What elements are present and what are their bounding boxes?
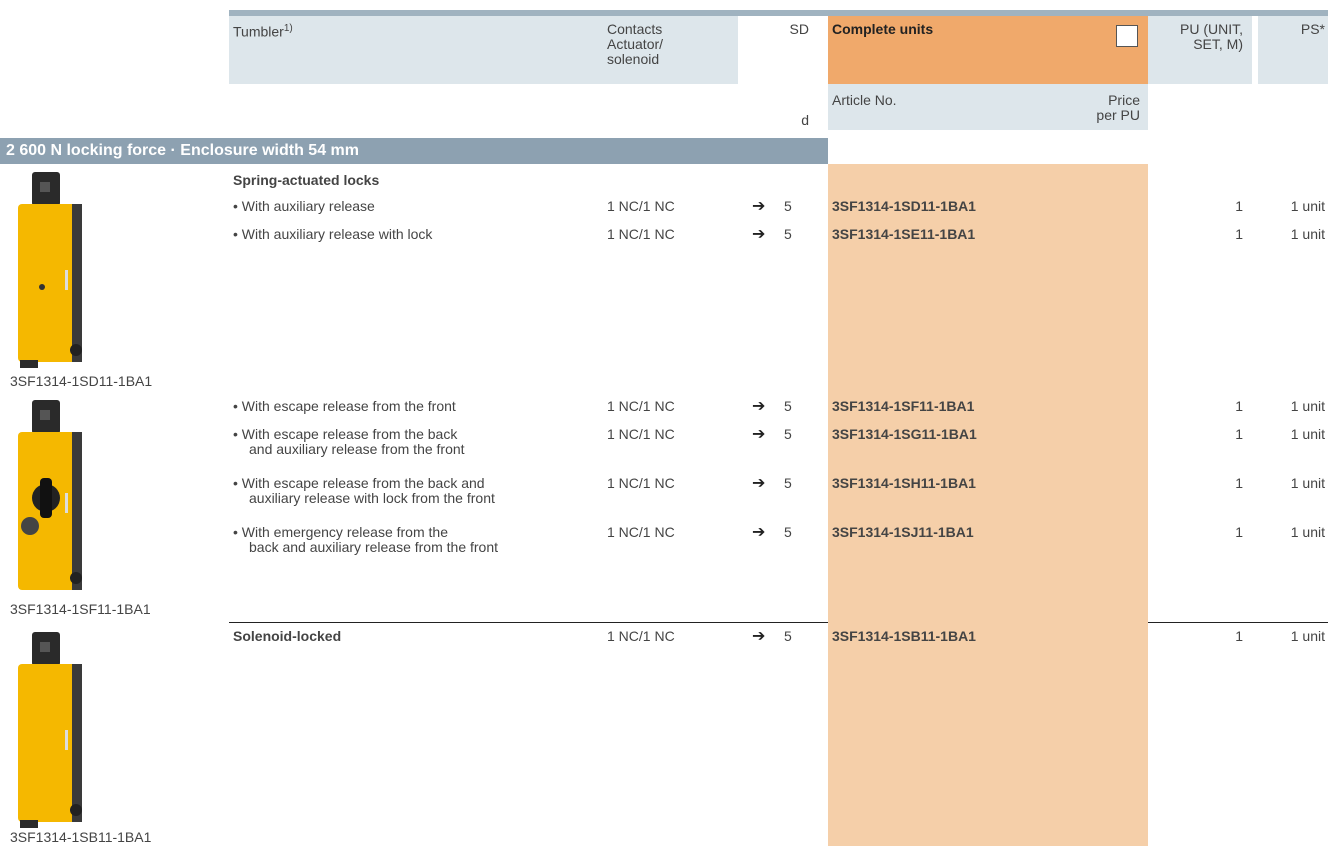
row-sd: 5 xyxy=(784,226,792,242)
complete-units-checkbox[interactable] xyxy=(1116,25,1138,47)
arrow-icon: ➔ xyxy=(752,198,766,215)
article-no-header: Article No. xyxy=(832,92,897,108)
row-sd: 5 xyxy=(784,524,792,540)
row-pu: 1 xyxy=(1235,426,1243,442)
row-sd: 5 xyxy=(784,398,792,414)
row-article[interactable]: 3SF1314-1SH11-1BA1 xyxy=(832,476,976,491)
row-article[interactable]: 3SF1314-1SF11-1BA1 xyxy=(832,399,974,414)
row-article[interactable]: 3SF1314-1SE11-1BA1 xyxy=(832,227,975,242)
group-divider xyxy=(229,622,828,623)
group-title-solenoid: Solenoid-locked xyxy=(233,628,342,644)
row-contacts: 1 NC/1 NC xyxy=(607,475,675,491)
row-contacts: 1 NC/1 NC xyxy=(607,226,675,242)
arrow-icon: ➔ xyxy=(752,426,766,443)
row-description: • With escape release from the back and … xyxy=(233,426,465,457)
article-column-body xyxy=(828,164,1148,846)
row-pu: 1 xyxy=(1235,524,1243,540)
row-ps: 1 unit xyxy=(1290,198,1325,214)
price-header: Price per PU xyxy=(1096,92,1140,123)
arrow-icon: ➔ xyxy=(752,398,766,415)
row-description: • With auxiliary release with lock xyxy=(233,226,433,242)
row-pu: 1 xyxy=(1235,475,1243,491)
sd-unit-header: d xyxy=(801,112,809,128)
row-pu: 1 xyxy=(1235,226,1243,242)
row-contacts: 1 NC/1 NC xyxy=(607,628,675,644)
safety-switch-image xyxy=(18,400,82,590)
row-description: • With escape release from the front xyxy=(233,398,456,414)
row-sd: 5 xyxy=(784,426,792,442)
row-description: • With auxiliary release xyxy=(233,198,375,214)
row-pu: 1 xyxy=(1235,628,1243,644)
row-ps: 1 unit xyxy=(1290,226,1325,242)
row-contacts: 1 NC/1 NC xyxy=(607,524,675,540)
row-article[interactable]: 3SF1314-1SD11-1BA1 xyxy=(832,199,976,214)
group-divider xyxy=(1148,622,1328,623)
row-article[interactable]: 3SF1314-1SB11-1BA1 xyxy=(832,629,976,644)
ps-header: PS* xyxy=(1300,21,1325,37)
arrow-icon: ➔ xyxy=(752,628,766,645)
row-pu: 1 xyxy=(1235,398,1243,414)
contacts-header: Contacts Actuator/ solenoid xyxy=(607,21,664,67)
row-article[interactable]: 3SF1314-1SG11-1BA1 xyxy=(832,427,977,442)
section-title-bar: 2 600 N locking force · Enclosure width … xyxy=(0,138,828,164)
image-caption: 3SF1314-1SB11-1BA1 xyxy=(10,829,152,845)
safety-switch-image xyxy=(18,632,82,828)
arrow-icon: ➔ xyxy=(752,524,766,541)
row-description: • With emergency release from the back a… xyxy=(233,524,499,555)
row-contacts: 1 NC/1 NC xyxy=(607,198,675,214)
row-ps: 1 unit xyxy=(1290,628,1325,644)
arrow-icon: ➔ xyxy=(752,475,766,492)
sd-header: SD xyxy=(789,21,809,37)
group-title-spring: Spring-actuated locks xyxy=(233,172,380,188)
image-caption: 3SF1314-1SD11-1BA1 xyxy=(10,373,153,389)
row-sd: 5 xyxy=(784,198,792,214)
image-caption: 3SF1314-1SF11-1BA1 xyxy=(10,601,151,617)
row-pu: 1 xyxy=(1235,198,1243,214)
row-sd: 5 xyxy=(784,628,792,644)
safety-switch-image xyxy=(18,172,82,368)
row-ps: 1 unit xyxy=(1290,398,1325,414)
row-ps: 1 unit xyxy=(1290,524,1325,540)
tumbler-header: Tumbler1) xyxy=(233,23,293,40)
row-article[interactable]: 3SF1314-1SJ11-1BA1 xyxy=(832,525,974,540)
arrow-icon: ➔ xyxy=(752,226,766,243)
row-contacts: 1 NC/1 NC xyxy=(607,426,675,442)
row-contacts: 1 NC/1 NC xyxy=(607,398,675,414)
row-ps: 1 unit xyxy=(1290,475,1325,491)
pu-header: PU (UNIT, SET, M) xyxy=(1180,21,1243,52)
row-description: • With escape release from the back and … xyxy=(233,475,495,506)
row-sd: 5 xyxy=(784,475,792,491)
row-ps: 1 unit xyxy=(1290,426,1325,442)
complete-units-title: Complete units xyxy=(832,21,934,37)
